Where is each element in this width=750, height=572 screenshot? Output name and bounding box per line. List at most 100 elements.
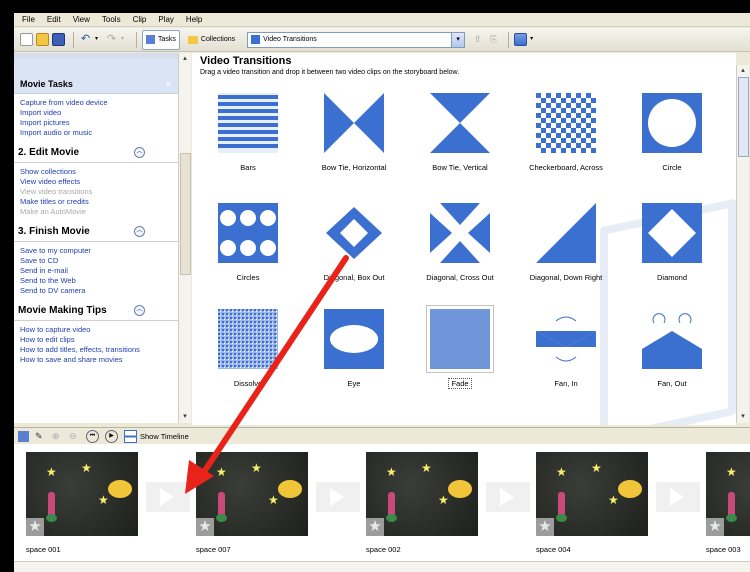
section-tips[interactable]: Movie Making Tips ︿ xyxy=(14,302,178,321)
transition-label: Checkerboard, Across xyxy=(529,163,603,172)
tasks-label: Tasks xyxy=(158,36,176,43)
link-send-web[interactable]: Send to the Web xyxy=(20,276,178,286)
transition-tile[interactable]: Circle xyxy=(622,93,718,183)
transition-tile[interactable]: Diagonal, Box Out xyxy=(304,203,400,293)
new-project-icon[interactable] xyxy=(20,33,33,46)
link-capture-video[interactable]: Capture from video device xyxy=(20,98,178,108)
collapse-chevron-icon[interactable]: ︿ xyxy=(134,305,145,316)
collapse-chevron-icon[interactable]: ︿ xyxy=(134,147,145,158)
storyboard-clip[interactable]: ★ ★ xyxy=(706,452,750,536)
star-icon: ★ xyxy=(196,518,214,536)
show-timeline-button[interactable]: Show Timeline xyxy=(140,432,189,441)
transition-label: Fan, In xyxy=(554,379,578,388)
show-timeline-icon[interactable] xyxy=(124,429,137,443)
storyboard: ★ ★ ★ ★ space 001 ★ ★ ★ ★ space 007 ★ ★ … xyxy=(14,444,750,572)
star-icon: ★ xyxy=(536,518,554,536)
toolbar-separator xyxy=(73,31,74,48)
transition-tile[interactable]: Fan, In xyxy=(516,309,612,399)
close-icon[interactable]: ✕ xyxy=(165,80,172,89)
storyboard-clip[interactable]: ★ ★ ★ ★ xyxy=(196,452,308,536)
transition-slot[interactable] xyxy=(486,482,530,512)
link-send-dv-camera[interactable]: Send to DV camera xyxy=(20,286,178,296)
menu-edit[interactable]: Edit xyxy=(47,15,61,24)
storyboard-scrollbar[interactable] xyxy=(14,561,750,572)
transition-slot[interactable] xyxy=(146,482,190,512)
transition-tile[interactable]: Bars xyxy=(198,93,294,183)
tasks-button[interactable]: Tasks xyxy=(142,29,180,50)
chevron-down-icon[interactable]: ▾ xyxy=(451,32,465,47)
link-tip-titles[interactable]: How to add titles, effects, transitions xyxy=(20,345,178,355)
views-icon[interactable] xyxy=(514,33,528,46)
scroll-thumb[interactable] xyxy=(738,77,749,157)
menu-file[interactable]: File xyxy=(22,15,35,24)
transition-tile[interactable]: Diagonal, Cross Out xyxy=(410,203,506,293)
section-edit-movie[interactable]: 2. Edit Movie ︿ xyxy=(14,144,178,163)
transition-tile[interactable]: Bow Tie, Vertical xyxy=(410,93,506,183)
menu-help[interactable]: Help xyxy=(186,15,202,24)
scroll-thumb[interactable] xyxy=(180,153,191,275)
task-pane-scrollbar[interactable]: ▴ ▾ xyxy=(178,53,191,423)
collection-select[interactable]: Video Transitions ▾ xyxy=(247,31,466,48)
storyboard-clip[interactable]: ★ ★ ★ ★ xyxy=(366,452,478,536)
bars-thumbnail xyxy=(218,93,278,153)
transition-tile[interactable]: Diamond xyxy=(622,203,718,293)
new-folder-icon[interactable]: ⎘ xyxy=(487,33,500,46)
link-make-titles[interactable]: Make titles or credits xyxy=(20,197,178,207)
menu-clip[interactable]: Clip xyxy=(133,15,147,24)
set-audio-levels-icon[interactable] xyxy=(18,430,29,442)
transition-tile[interactable]: Checkerboard, Across xyxy=(516,93,612,183)
link-tip-save[interactable]: How to save and share movies xyxy=(20,355,178,365)
link-send-email[interactable]: Send in e-mail xyxy=(20,266,178,276)
star-icon: ★ xyxy=(706,518,724,536)
star-decoration: ★ xyxy=(386,465,397,479)
play-icon[interactable]: ▶ xyxy=(105,429,118,443)
clip-label: space 007 xyxy=(196,545,231,554)
link-view-video-effects[interactable]: View video effects xyxy=(20,177,178,187)
link-save-to-computer[interactable]: Save to my computer xyxy=(20,246,178,256)
link-tip-capture[interactable]: How to capture video xyxy=(20,325,178,335)
link-show-collections[interactable]: Show collections xyxy=(20,167,178,177)
link-import-pictures[interactable]: Import pictures xyxy=(20,118,178,128)
up-one-level-icon[interactable]: ⇧ xyxy=(471,33,484,46)
scroll-down-icon[interactable]: ▾ xyxy=(179,411,191,423)
collections-button[interactable]: Collections xyxy=(184,30,239,50)
scroll-up-icon[interactable]: ▴ xyxy=(179,53,191,65)
link-tip-edit[interactable]: How to edit clips xyxy=(20,335,178,345)
transition-tile[interactable]: Diagonal, Down Right xyxy=(516,203,612,293)
menu-view[interactable]: View xyxy=(73,15,90,24)
link-import-audio[interactable]: Import audio or music xyxy=(20,128,178,138)
storyboard-clip[interactable]: ★ ★ ★ ★ xyxy=(536,452,648,536)
transition-tile[interactable]: Fan, Out xyxy=(622,309,718,399)
capture-links: Capture from video device Import video I… xyxy=(14,94,178,140)
menu-tools[interactable]: Tools xyxy=(102,15,121,24)
section-finish-movie[interactable]: 3. Finish Movie ︿ xyxy=(14,223,178,242)
star-icon: ★ xyxy=(26,518,44,536)
transition-tile[interactable]: Eye xyxy=(304,309,400,399)
undo-dropdown-icon[interactable]: ▾ xyxy=(95,33,102,46)
open-folder-icon[interactable] xyxy=(36,33,49,46)
collapse-chevron-icon[interactable]: ︿ xyxy=(134,226,145,237)
pane-title: Video Transitions xyxy=(200,55,292,67)
transition-slot[interactable] xyxy=(316,482,360,512)
save-icon[interactable] xyxy=(52,33,65,46)
toolbar-separator xyxy=(136,31,137,48)
section-finish-movie-title: 3. Finish Movie xyxy=(18,226,90,237)
link-import-video[interactable]: Import video xyxy=(20,108,178,118)
task-pane-title: Movie Tasks xyxy=(20,79,73,89)
transition-tile-selected[interactable]: Fade xyxy=(410,305,506,399)
narrate-timeline-icon[interactable]: ✎ xyxy=(35,431,46,442)
transition-tile[interactable]: Bow Tie, Horizontal xyxy=(304,93,400,183)
scroll-up-icon[interactable]: ▴ xyxy=(737,65,749,77)
transitions-scrollbar[interactable]: ▴ ▾ xyxy=(736,65,749,423)
link-save-to-cd[interactable]: Save to CD xyxy=(20,256,178,266)
undo-icon[interactable]: ↶ xyxy=(79,33,92,46)
transition-tile[interactable]: Circles xyxy=(198,203,294,293)
rewind-icon[interactable]: ⏮ xyxy=(86,429,99,443)
views-dropdown-icon[interactable]: ▾ xyxy=(530,33,537,46)
transition-slot[interactable] xyxy=(656,482,700,512)
storyboard-clip[interactable]: ★ ★ ★ ★ xyxy=(26,452,138,536)
transition-tile[interactable]: Dissolve xyxy=(198,309,294,399)
menu-play[interactable]: Play xyxy=(158,15,174,24)
fan-out-thumbnail xyxy=(642,309,702,369)
scroll-down-icon[interactable]: ▾ xyxy=(737,411,749,423)
